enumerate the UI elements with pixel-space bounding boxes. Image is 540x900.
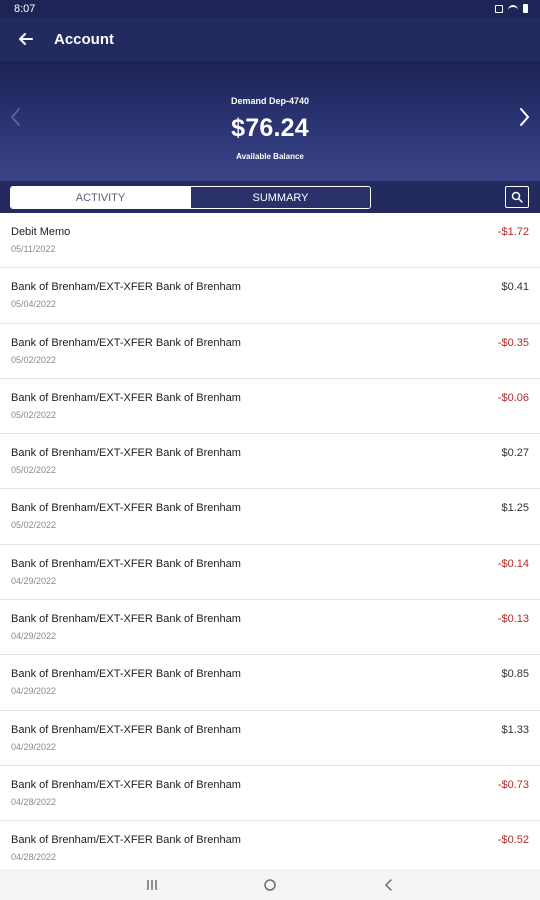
battery-icon (523, 4, 528, 13)
transaction-row[interactable]: Bank of Brenham/EXT-XFER Bank of Brenham… (0, 655, 540, 711)
transaction-amount: -$0.14 (497, 557, 529, 570)
transaction-row[interactable]: Bank of Brenham/EXT-XFER Bank of Brenham… (0, 766, 540, 822)
transaction-amount: -$0.35 (497, 336, 529, 349)
transaction-row[interactable]: Bank of Brenham/EXT-XFER Bank of Brenham… (0, 821, 540, 869)
transaction-description: Bank of Brenham/EXT-XFER Bank of Brenham (11, 778, 241, 791)
chevron-right-icon[interactable] (516, 106, 532, 128)
back-arrow-icon[interactable] (16, 29, 36, 49)
transaction-amount: $1.33 (501, 723, 529, 736)
transaction-date: 05/02/2022 (11, 465, 57, 476)
transaction-date: 05/11/2022 (11, 244, 56, 254)
transaction-date: 04/29/2022 (11, 686, 57, 697)
transaction-description: Bank of Brenham/EXT-XFER Bank of Brenham (11, 723, 241, 736)
transaction-amount: -$1.72 (497, 226, 529, 238)
back-nav-icon[interactable] (381, 877, 397, 893)
transaction-date: 04/29/2022 (11, 741, 57, 752)
transaction-amount: -$0.52 (497, 834, 529, 847)
transaction-description: Bank of Brenham/EXT-XFER Bank of Brenham (11, 336, 241, 349)
search-icon (511, 191, 523, 203)
transaction-description: Bank of Brenham/EXT-XFER Bank of Brenham (11, 557, 241, 570)
transaction-date: 05/04/2022 (11, 299, 57, 310)
status-time: 8:07 (14, 2, 36, 15)
transaction-amount: -$0.06 (497, 391, 529, 404)
segmented-control: ACTIVITY SUMMARY (10, 186, 371, 209)
transaction-description: Bank of Brenham/EXT-XFER Bank of Brenham (11, 281, 241, 294)
transaction-row[interactable]: Bank of Brenham/EXT-XFER Bank of Brenham… (0, 434, 540, 490)
account-header: Demand Dep-4740 $76.24 Available Balance (0, 61, 540, 181)
transaction-row[interactable]: Bank of Brenham/EXT-XFER Bank of Brenham… (0, 324, 540, 379)
status-bar: 8:07 (0, 0, 540, 17)
page-title: Account (54, 30, 114, 48)
search-button[interactable] (505, 186, 529, 208)
transaction-row[interactable]: Debit Memo 05/11/2022 -$1.72 (0, 213, 540, 269)
transaction-row[interactable]: Bank of Brenham/EXT-XFER Bank of Brenham… (0, 545, 540, 601)
transaction-description: Bank of Brenham/EXT-XFER Bank of Brenham (11, 391, 241, 404)
mute-icon (495, 4, 503, 13)
transaction-row[interactable]: Bank of Brenham/EXT-XFER Bank of Brenham… (0, 489, 540, 545)
transaction-row[interactable]: Bank of Brenham/EXT-XFER Bank of Brenham… (0, 379, 540, 435)
transaction-date: 04/28/2022 (11, 796, 57, 807)
transaction-description: Bank of Brenham/EXT-XFER Bank of Brenham (11, 613, 241, 626)
transaction-row[interactable]: Bank of Brenham/EXT-XFER Bank of Brenham… (0, 268, 540, 324)
transaction-description: Debit Memo (11, 226, 71, 238)
status-icons (495, 4, 528, 13)
transaction-list: Debit Memo 05/11/2022 -$1.72 Bank of Brenha… (0, 213, 540, 869)
transaction-date: 05/02/2022 (11, 354, 57, 365)
tab-strip: ACTIVITY SUMMARY (0, 181, 540, 213)
system-nav-bar (0, 869, 540, 900)
balance-amount: $76.24 (231, 114, 309, 142)
transaction-amount: $0.85 (501, 668, 529, 681)
transaction-date: 05/02/2022 (11, 409, 57, 420)
transaction-description: Bank of Brenham/EXT-XFER Bank of Brenham (11, 834, 241, 847)
home-icon[interactable] (262, 877, 278, 893)
transaction-date: 04/28/2022 (11, 852, 57, 863)
transaction-description: Bank of Brenham/EXT-XFER Bank of Brenham (11, 502, 241, 515)
transaction-date: 04/29/2022 (11, 631, 57, 642)
account-name: Demand Dep-4740 (230, 96, 310, 106)
transaction-amount: $1.25 (501, 502, 529, 515)
transaction-date: 05/02/2022 (11, 520, 57, 531)
transaction-amount: -$0.13 (497, 613, 529, 626)
tab-activity[interactable]: ACTIVITY (11, 187, 190, 208)
app-bar: Account (0, 17, 540, 61)
transaction-amount: $0.27 (501, 447, 529, 460)
transaction-date: 04/29/2022 (11, 575, 57, 586)
recents-icon[interactable] (144, 877, 160, 893)
tab-summary[interactable]: SUMMARY (190, 187, 370, 208)
transaction-amount: $0.41 (501, 281, 529, 294)
transaction-row[interactable]: Bank of Brenham/EXT-XFER Bank of Brenham… (0, 600, 540, 656)
transaction-description: Bank of Brenham/EXT-XFER Bank of Brenham (11, 447, 241, 460)
transaction-amount: -$0.73 (497, 778, 529, 791)
transaction-row[interactable]: Bank of Brenham/EXT-XFER Bank of Brenham… (0, 711, 540, 766)
wifi-icon (508, 4, 518, 13)
transaction-description: Bank of Brenham/EXT-XFER Bank of Brenham (11, 668, 241, 681)
balance-label: Available Balance (236, 152, 304, 161)
